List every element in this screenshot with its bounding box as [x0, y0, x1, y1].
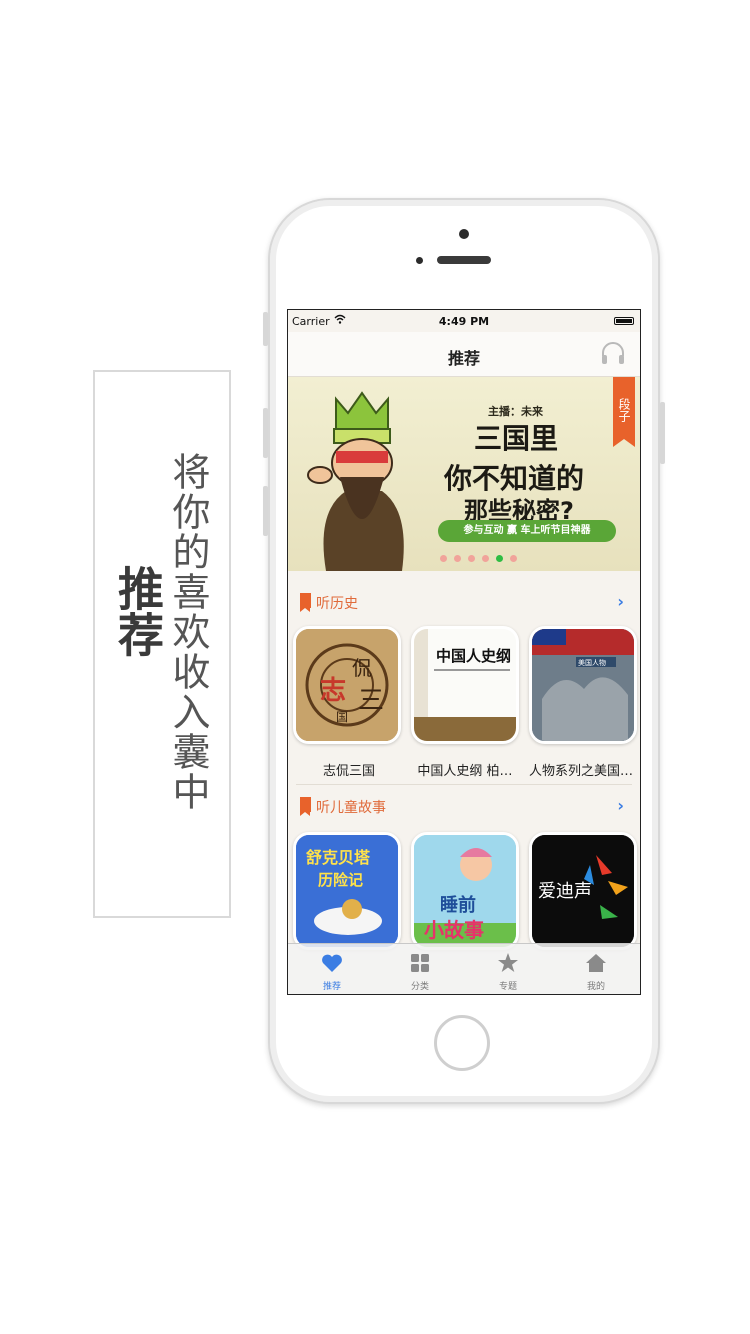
tab-topics[interactable]: 专题 — [464, 944, 552, 994]
section-header-history[interactable]: 听历史 › — [288, 586, 640, 616]
mute-switch — [263, 312, 268, 346]
carousel-dot[interactable] — [510, 555, 517, 562]
carousel-page-indicator[interactable] — [440, 555, 517, 563]
cover-text: 国 — [336, 710, 348, 724]
tab-recommend[interactable]: 推荐 — [288, 944, 376, 994]
power-button — [660, 402, 665, 464]
bookmark-icon — [300, 593, 311, 612]
carousel-dot[interactable] — [468, 555, 475, 562]
tab-label: 专题 — [498, 982, 517, 992]
cover-item[interactable]: 舒克贝塔 历险记 — [293, 832, 401, 950]
cover-title[interactable]: 人物系列之美国… — [525, 760, 637, 779]
tab-categories[interactable]: 分类 — [376, 944, 464, 994]
cover-text: 三 — [358, 686, 384, 716]
nav-title: 推荐 — [447, 349, 480, 368]
cover-art-shuke-beita: 舒克贝塔 历险记 — [296, 835, 398, 947]
section-divider — [296, 784, 632, 785]
cover-text: 爱迪声 — [538, 881, 592, 902]
status-bar: Carrier 4:49 PM — [288, 310, 640, 332]
headphone-icon[interactable] — [600, 340, 626, 366]
cover-art-zhikan: 志 侃 国 三 — [296, 629, 398, 741]
banner-character-illustration — [307, 391, 404, 571]
tab-bar: 推荐 分类 专题 我的 — [288, 943, 640, 994]
grid-icon — [411, 954, 429, 972]
carousel-dot[interactable] — [454, 555, 461, 562]
history-cover-row: 志 侃 国 三 中国人史纲 美国人物 — [293, 626, 637, 746]
proximity-sensor — [416, 257, 423, 264]
star-icon — [498, 953, 518, 972]
cover-item[interactable]: 睡前 小故事 — [411, 832, 519, 950]
earpiece-speaker — [437, 256, 491, 264]
cover-item[interactable]: 爱迪声 — [529, 832, 637, 950]
cover-item[interactable]: 中国人史纲 — [411, 626, 519, 744]
cover-text: 舒克贝塔 — [306, 848, 371, 867]
navigation-bar: 推荐 — [288, 332, 640, 377]
heart-icon — [322, 954, 342, 972]
carousel-dot[interactable] — [496, 555, 503, 562]
kids-cover-row: 舒克贝塔 历险记 睡前 小故事 爱迪声 — [293, 832, 637, 952]
cover-text: 中国人史纲 — [436, 647, 511, 665]
tab-mine[interactable]: 我的 — [552, 944, 640, 994]
cover-title[interactable]: 中国人史纲 柏… — [409, 760, 521, 779]
cover-text: 志 — [320, 676, 346, 706]
banner-promo-strip: 参与互动 赢 车上听节目神器 — [438, 520, 616, 542]
chevron-right-icon[interactable]: › — [617, 592, 624, 611]
section-header-kids-stories[interactable]: 听儿童故事 › — [288, 790, 640, 820]
banner-category-tag: 段子 — [613, 377, 635, 447]
section-title: 听历史 — [316, 596, 358, 612]
status-time: 4:49 PM — [438, 315, 490, 328]
cover-art-history-outline: 中国人史纲 — [414, 629, 516, 741]
promo-tagline: 将你的喜欢收入囊中 — [166, 452, 210, 812]
cover-item[interactable]: 美国人物 — [529, 626, 637, 744]
cover-text: 小故事 — [424, 918, 484, 942]
volume-up-button — [263, 408, 268, 458]
banner-carousel[interactable]: 主播：未来 三国里 你不知道的 那些秘密? 参与互动 赢 车上听节目神器 段子 — [288, 377, 640, 571]
cover-art-aidisheng: 爱迪声 — [532, 835, 634, 947]
bookmark-icon — [300, 797, 311, 816]
cover-title[interactable]: 志侃三国 — [293, 760, 405, 779]
chevron-right-icon[interactable]: › — [617, 796, 624, 815]
section-title: 听儿童故事 — [316, 800, 386, 816]
carousel-dot[interactable] — [482, 555, 489, 562]
cover-text: 睡前 — [440, 894, 476, 916]
tab-label: 推荐 — [322, 982, 341, 992]
cover-text: 美国人物 — [578, 658, 606, 667]
home-button[interactable] — [434, 1015, 490, 1071]
front-camera — [459, 229, 469, 239]
cover-text: 侃 — [352, 656, 372, 680]
app-screen: Carrier 4:49 PM 推荐 主播：未来 三国里 你不知道的 那些秘密?… — [287, 309, 641, 995]
tab-label: 分类 — [410, 982, 429, 992]
cover-art-american-figures: 美国人物 — [532, 629, 634, 741]
cover-text: 历险记 — [318, 871, 363, 889]
battery-icon — [614, 317, 634, 325]
home-icon — [586, 954, 606, 972]
cover-art-bedtime-stories: 睡前 小故事 — [414, 835, 516, 947]
promo-title: 推荐 — [111, 565, 165, 657]
tab-label: 我的 — [586, 982, 605, 992]
volume-down-button — [263, 486, 268, 536]
carousel-dot[interactable] — [440, 555, 447, 562]
banner-headline-1: 三国里 — [474, 422, 559, 455]
cover-item[interactable]: 志 侃 国 三 — [293, 626, 401, 744]
